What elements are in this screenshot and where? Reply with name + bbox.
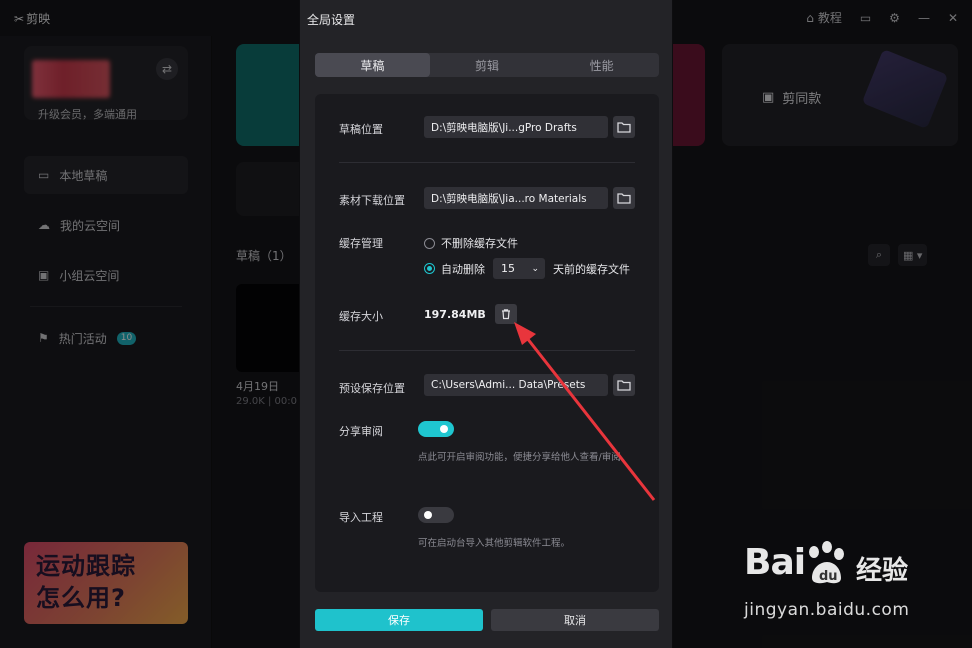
watermark-url: jingyan.baidu.com [744, 600, 910, 620]
toggle-knob [424, 511, 432, 519]
tab-drafts[interactable]: 草稿 [315, 53, 430, 77]
global-settings-dialog: 全局设置 草稿 剪辑 性能 草稿位置 D:\剪映电脑版\Ji...gPro Dr… [299, 0, 673, 648]
tab-performance[interactable]: 性能 [544, 53, 659, 77]
material-location-field[interactable]: D:\剪映电脑版\Jia...ro Materials [424, 187, 608, 209]
cache-size-label: 缓存大小 [339, 310, 383, 323]
section-divider [339, 162, 635, 163]
folder-icon [617, 380, 631, 391]
radio-keep[interactable] [424, 237, 435, 249]
cache-keep-label: 不删除缓存文件 [441, 237, 518, 250]
watermark-cn-text: 经验 [856, 556, 909, 586]
material-location-label: 素材下载位置 [339, 194, 405, 207]
cache-days-suffix: 天前的缓存文件 [553, 262, 630, 276]
folder-icon [617, 193, 631, 204]
clear-cache-button[interactable] [495, 304, 517, 324]
cache-auto-label: 自动删除 [441, 262, 485, 276]
paw-icon: du [809, 541, 844, 584]
cache-size-value: 197.84MB [424, 308, 486, 321]
watermark-brand-suffix: du [819, 569, 838, 584]
draft-location-browse-button[interactable] [613, 116, 635, 138]
cancel-button[interactable]: 取消 [491, 609, 659, 631]
dialog-title: 全局设置 [307, 13, 356, 27]
cache-keep-option[interactable]: 不删除缓存文件 [424, 235, 518, 251]
draft-location-label: 草稿位置 [339, 123, 383, 136]
import-project-label: 导入工程 [339, 511, 383, 524]
watermark-brand-text: Bai [744, 542, 806, 583]
preset-location-field[interactable]: C:\Users\Admi... Data\Presets [424, 374, 608, 396]
draft-location-field[interactable]: D:\剪映电脑版\Ji...gPro Drafts [424, 116, 608, 138]
baidu-watermark: Bai du 经验 jingyan.baidu.com [738, 538, 958, 630]
save-button[interactable]: 保存 [315, 609, 483, 631]
cache-days-value: 15 [501, 262, 515, 275]
trash-icon [502, 309, 510, 320]
tab-editing[interactable]: 剪辑 [430, 53, 545, 77]
share-review-toggle[interactable] [418, 421, 454, 437]
settings-panel: 草稿位置 D:\剪映电脑版\Ji...gPro Drafts 素材下载位置 D:… [315, 94, 659, 592]
preset-location-label: 预设保存位置 [339, 382, 405, 395]
cache-management-label: 缓存管理 [339, 237, 383, 250]
toggle-knob [440, 425, 448, 433]
import-project-toggle[interactable] [418, 507, 454, 523]
cache-days-select[interactable]: 15 ⌄ [493, 258, 545, 279]
import-project-hint: 可在启动台导入其他剪辑软件工程。 [418, 538, 571, 549]
radio-auto-delete[interactable] [424, 263, 435, 274]
settings-tabs: 草稿 剪辑 性能 [315, 53, 659, 77]
watermark-brand: Bai [744, 542, 806, 583]
preset-location-browse-button[interactable] [613, 374, 635, 396]
cache-auto-delete-option[interactable]: 自动删除 15 ⌄ 天前的缓存文件 [424, 258, 630, 279]
app-window: ✂︎ 剪映 ⌂ 教程 ▭ ⚙ — ✕ ⇄ 升级会员，多端通用 ▭ 本地草稿 ☁ … [0, 0, 972, 648]
folder-icon [617, 122, 631, 133]
material-location-browse-button[interactable] [613, 187, 635, 209]
share-review-label: 分享审阅 [339, 425, 383, 438]
share-review-hint: 点此可开启审阅功能，便捷分享给他人查看/审阅 [418, 452, 621, 463]
chevron-down-icon: ⌄ [531, 263, 539, 274]
section-divider [339, 350, 635, 351]
